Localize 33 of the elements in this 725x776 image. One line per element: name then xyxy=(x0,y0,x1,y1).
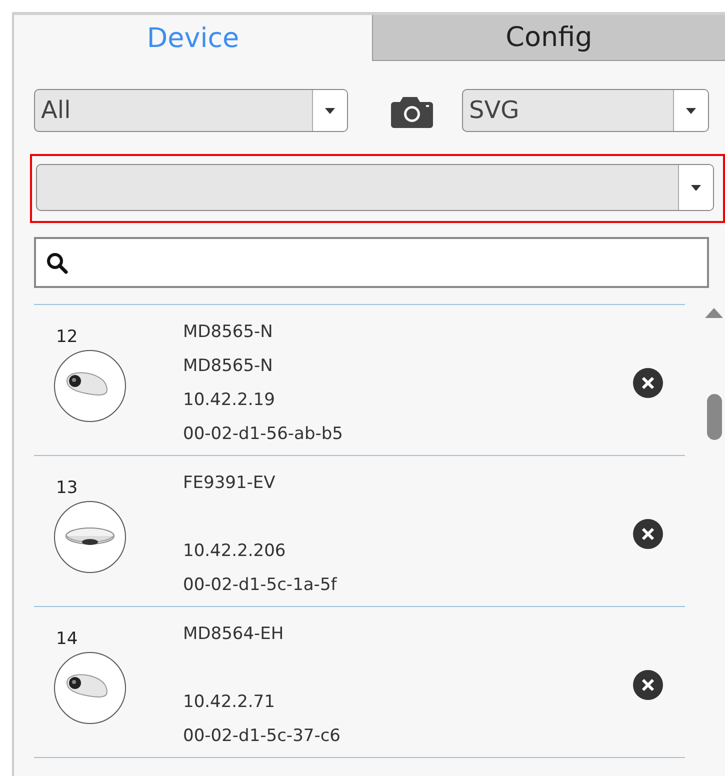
fisheye-camera-icon xyxy=(53,500,127,574)
device-number: 14 xyxy=(56,629,79,649)
search-icon xyxy=(46,252,68,274)
device-ip: 10.42.2.19 xyxy=(183,389,276,412)
scrollbar-thumb[interactable] xyxy=(706,394,722,440)
device-model: FE9391-EV xyxy=(183,472,276,495)
tab[interactable]: Config xyxy=(372,15,725,61)
format-dropdown[interactable]: SVG xyxy=(462,89,709,132)
device-mac: 00-02-d1-5c-37-c6 xyxy=(183,725,342,748)
caret-icon xyxy=(325,108,335,114)
caret-icon xyxy=(691,184,701,190)
device-mac: 00-02-d1-56-ab-b5 xyxy=(183,423,344,446)
group-dropdown[interactable] xyxy=(36,164,714,211)
device-name: MD8565-N xyxy=(183,355,274,378)
device-item[interactable]: 14 MD8564-EH 10.42.2.71 00-02-d1-5c-37-c6 xyxy=(34,607,686,758)
device-ip: 10.42.2.71 xyxy=(183,691,276,714)
dome-camera-icon xyxy=(53,651,127,725)
device-item[interactable]: 13 FE9391-EV 10.42.2.206 00-02-d1-5c-1a-5f xyxy=(34,456,686,607)
dome-camera-icon xyxy=(53,349,127,423)
device-ip: 10.42.2.206 xyxy=(183,540,287,563)
device-mac: 00-02-d1-5c-1a-5f xyxy=(183,574,338,597)
remove-icon[interactable] xyxy=(633,519,664,549)
device-model: MD8565-N xyxy=(183,321,274,344)
device-number: 12 xyxy=(56,327,79,347)
filter-dropdown[interactable]: All xyxy=(34,89,348,132)
device-model: MD8564-EH xyxy=(183,623,285,646)
device-number: 13 xyxy=(56,478,79,498)
remove-icon[interactable] xyxy=(633,368,664,398)
caret-icon xyxy=(686,108,696,114)
remove-icon[interactable] xyxy=(633,670,664,700)
device-item[interactable]: 12 MD8565-N MD8565-N 10.42.2.19 00-02-d1-56-ab-b5 xyxy=(34,305,686,456)
scroll-up-icon[interactable] xyxy=(705,308,724,318)
search-field[interactable] xyxy=(34,237,709,288)
